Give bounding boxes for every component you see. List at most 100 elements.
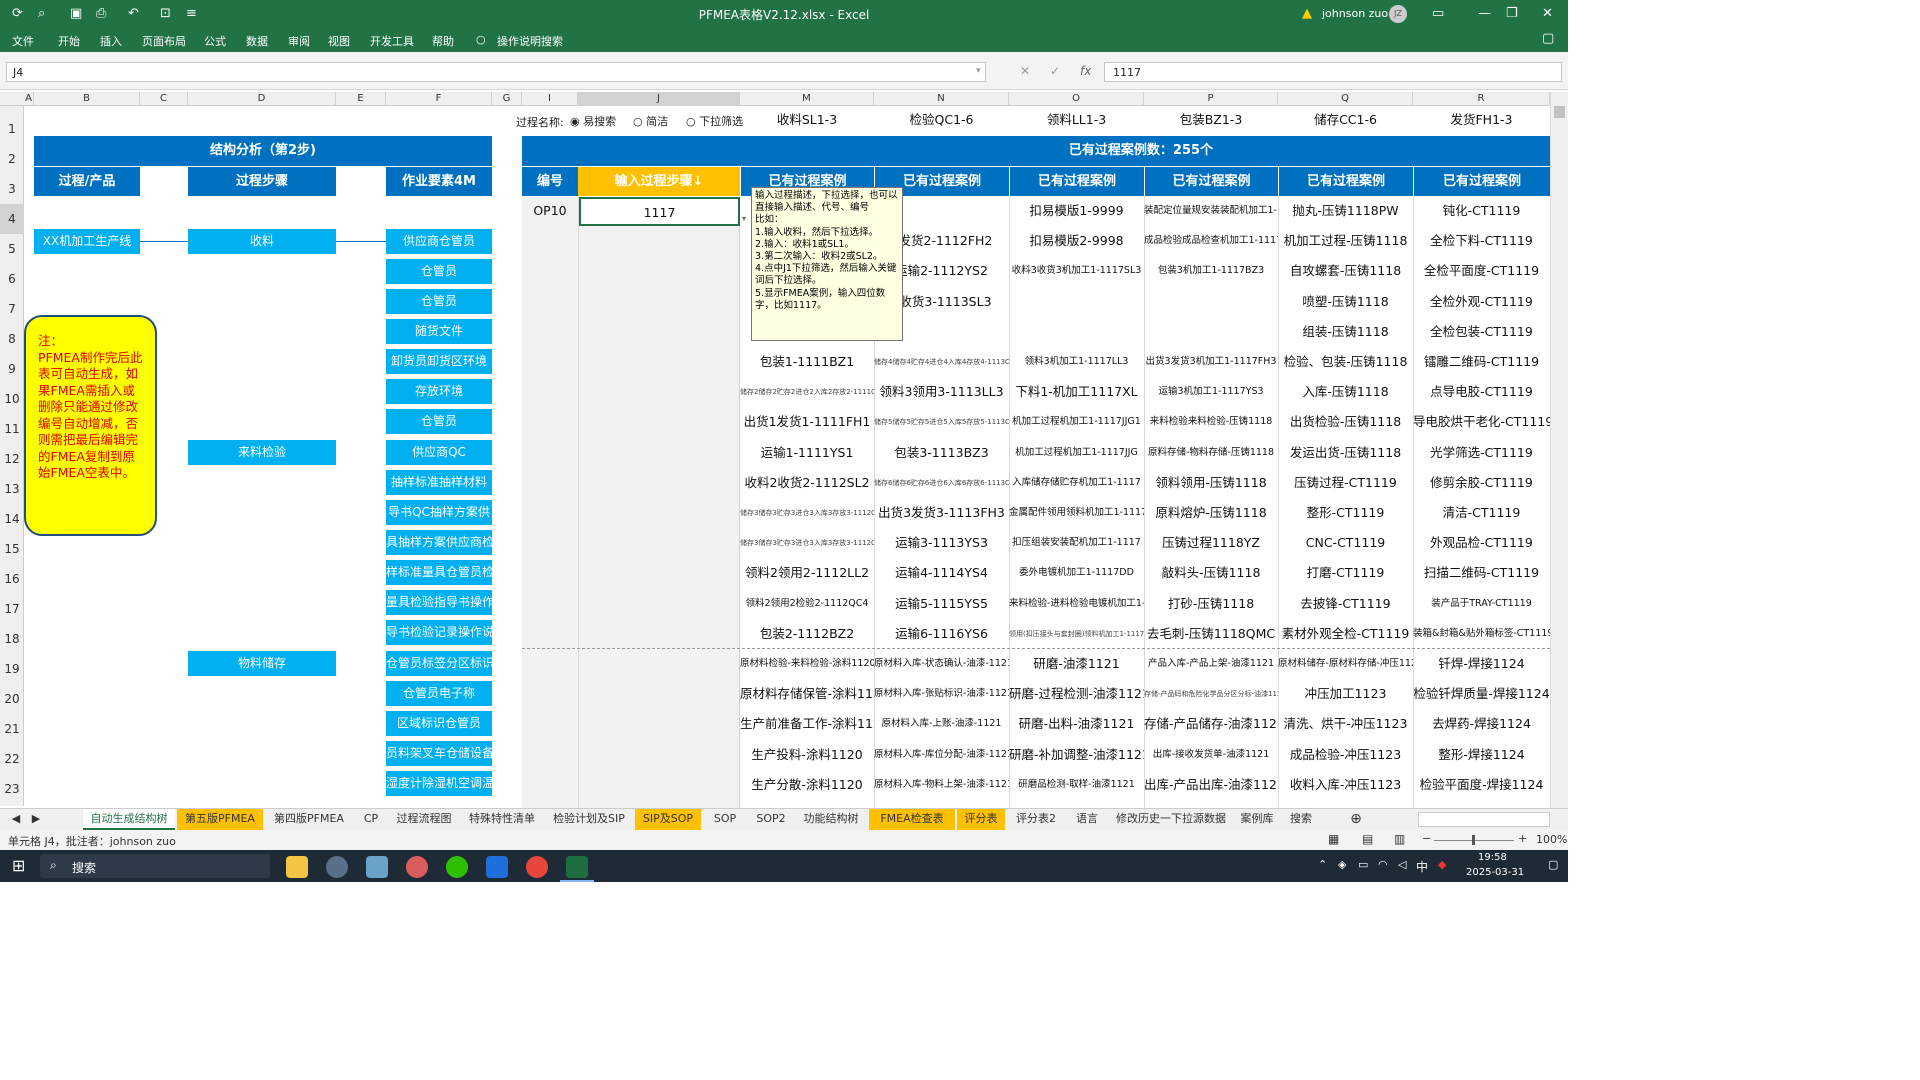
tab-prev-icon[interactable]: ◀ (8, 809, 24, 830)
ime-indicator[interactable]: 中 (1416, 858, 1428, 875)
sheet-tab[interactable]: 特殊特性清单 (461, 809, 543, 830)
close-icon[interactable]: ✕ (1542, 5, 1553, 23)
case-cell[interactable]: 去披锋-CT1119 (1278, 589, 1413, 619)
case-cell[interactable]: 研磨-油漆1121 (1009, 649, 1144, 679)
case-cell[interactable]: 储存5储存5贮存5进仓5入库5存放5-1113CC6 (874, 407, 1009, 437)
case-cell[interactable]: 原材料储存-原材料存储-冲压1123 (1278, 649, 1413, 679)
case-cell[interactable]: 委外电镀机加工1-1117DD (1009, 558, 1144, 588)
case-cell[interactable]: 检验平面度-焊接1124 (1413, 770, 1550, 800)
case-cell[interactable]: 外观品检-CT1119 (1413, 528, 1550, 558)
case-cell[interactable]: 原料存储-物料存储-压铸1118 (1144, 438, 1278, 468)
col-header[interactable]: O (1009, 92, 1144, 106)
app3-icon[interactable] (486, 856, 508, 878)
clock-time[interactable]: 19:58 (1478, 852, 1507, 863)
case-cell[interactable]: 研磨品检测-取样-油漆1121 (1009, 770, 1144, 800)
element-cell[interactable]: 量具检验指导书操作 (386, 590, 492, 615)
element-cell[interactable]: 仓管员标签分区标识 (386, 651, 492, 676)
case-cell[interactable]: 抛丸-压铸1118PW (1278, 196, 1413, 226)
case-cell[interactable]: 检验钎焊质量-焊接1124 (1413, 679, 1550, 709)
step-cell[interactable]: 收料 (188, 229, 336, 254)
zoom-out-icon[interactable]: − (1422, 832, 1431, 845)
restore-icon[interactable]: ❐ (1506, 5, 1518, 23)
row-header[interactable]: 2 (0, 144, 24, 174)
case-cell[interactable]: 压铸过程-CT1119 (1278, 468, 1413, 498)
col-header[interactable]: P (1144, 92, 1278, 106)
vertical-scrollbar[interactable] (1550, 92, 1568, 808)
case-cell[interactable]: 原材料入库-库位分配-油漆-1121 (874, 740, 1009, 770)
radio-dropdown-filter[interactable]: ○ 下拉筛选 (686, 113, 743, 129)
row-header[interactable]: 3 (0, 174, 24, 204)
case-cell[interactable]: 入库-压铸1118 (1278, 377, 1413, 407)
process-name-cell[interactable]: 领料LL1-3 (1009, 105, 1144, 135)
case-cell[interactable]: 去毛刺-压铸1118QMC (1144, 619, 1278, 649)
col-header[interactable]: E (336, 92, 386, 106)
row-header[interactable]: 17 (0, 594, 24, 624)
row-header[interactable]: 21 (0, 714, 24, 744)
formula-input[interactable]: 1117 (1104, 62, 1562, 82)
element-cell[interactable]: 仓管员 (386, 409, 492, 434)
case-cell[interactable]: 修剪余胶-CT1119 (1413, 468, 1550, 498)
horizontal-scrollbar[interactable] (1418, 812, 1550, 827)
row-header[interactable]: 5 (0, 234, 24, 264)
case-cell[interactable]: 运输5-1115YS5 (874, 589, 1009, 619)
insert-function-icon[interactable]: fx (1080, 64, 1091, 78)
case-cell[interactable]: 收料2收货2-1112SL2 (740, 468, 874, 498)
app-icon[interactable] (326, 856, 348, 878)
case-cell[interactable]: 机加工过程机加工1-1117JJG (1009, 438, 1144, 468)
chrome-icon[interactable] (526, 856, 548, 878)
menu-insert[interactable]: 插入 (100, 33, 122, 49)
menu-formulas[interactable]: 公式 (204, 33, 226, 49)
case-cell[interactable]: 原料熔炉-压铸1118 (1144, 498, 1278, 528)
case-cell[interactable]: 金属配件领用领料机加工1-1117 (1009, 498, 1144, 528)
case-cell[interactable]: 来料检验来料检验-压铸1118 (1144, 407, 1278, 437)
case-cell[interactable]: 出货检验-压铸1118 (1278, 407, 1413, 437)
op-number[interactable]: OP10 (522, 196, 578, 226)
col-header[interactable]: D (188, 92, 336, 106)
col-header[interactable]: C (140, 92, 188, 106)
sheet-tab[interactable]: 过程流程图 (389, 809, 459, 830)
case-cell[interactable]: 全检外观-CT1119 (1413, 287, 1550, 317)
case-cell[interactable]: 去焊药-焊接1124 (1413, 709, 1550, 739)
case-cell[interactable]: 存储-产品码和危险化学品分区分标-油漆1121 (1144, 679, 1278, 709)
case-cell[interactable]: 储存2储存2贮存2进仓2入库2存放2-1111CC2 (740, 377, 874, 407)
case-cell[interactable]: 产品入库-产品上架-油漆1121 (1144, 649, 1278, 679)
sheet-tab[interactable]: 检验计划及SIP (545, 809, 633, 830)
row-header[interactable]: 20 (0, 684, 24, 714)
case-cell[interactable]: 机加工过程机加工1-1117JJG1 (1009, 407, 1144, 437)
menu-view[interactable]: 视图 (328, 33, 350, 49)
case-cell[interactable]: 收料入库-冲压1123 (1278, 770, 1413, 800)
row-header[interactable]: 22 (0, 744, 24, 774)
row-header-selected[interactable]: 4 (0, 204, 24, 234)
col-header[interactable]: Q (1278, 92, 1413, 106)
windows-start-icon[interactable]: ⊞ (12, 856, 25, 875)
case-cell[interactable]: 原材料入库-状态确认-油漆-1121 (874, 649, 1009, 679)
minimize-icon[interactable]: — (1478, 5, 1491, 23)
zoom-in-icon[interactable]: + (1518, 832, 1527, 845)
sheet-tab[interactable]: FMEA检查表 (869, 809, 955, 830)
enter-icon[interactable]: ✓ (1050, 64, 1060, 78)
case-cell[interactable]: 素材外观全检-CT1119 (1278, 619, 1413, 649)
col-header[interactable]: N (874, 92, 1009, 106)
case-cell[interactable]: 原材料入库-物料上架-油漆-1121 (874, 770, 1009, 800)
tray-shield-icon[interactable]: ◈ (1338, 858, 1346, 871)
sheet-tab[interactable]: 修改历史一下拉源数据 (1109, 809, 1233, 830)
case-cell[interactable]: 打磨-CT1119 (1278, 558, 1413, 588)
case-cell[interactable]: 运输1-1111YS1 (740, 438, 874, 468)
menu-review[interactable]: 审阅 (288, 33, 310, 49)
element-cell[interactable]: 导书QC抽样方案供 (386, 500, 492, 525)
case-cell[interactable]: 出货3发货3-1113FH3 (874, 498, 1009, 528)
element-cell[interactable]: 仓管员电子称 (386, 681, 492, 706)
case-cell[interactable]: 装配定位量规安装装配机加工1-1117 (1144, 196, 1278, 226)
row-header[interactable]: 7 (0, 294, 24, 324)
case-cell[interactable]: 点导电胶-CT1119 (1413, 377, 1550, 407)
case-cell[interactable] (1144, 287, 1278, 317)
case-cell[interactable]: 发运出货-压铸1118 (1278, 438, 1413, 468)
case-cell[interactable]: 扫描二维码-CT1119 (1413, 558, 1550, 588)
case-cell[interactable]: 领料3机加工1-1117LL3 (1009, 347, 1144, 377)
case-cell[interactable]: 原材料入库-上账-油漆-1121 (874, 709, 1009, 739)
case-cell[interactable]: 包装2-1112BZ2 (740, 619, 874, 649)
element-cell[interactable]: 供应商仓管员 (386, 229, 492, 254)
input-step-cell[interactable]: 1117 (579, 197, 740, 226)
file-explorer-icon[interactable] (286, 856, 308, 878)
col-header[interactable]: G (492, 92, 522, 106)
